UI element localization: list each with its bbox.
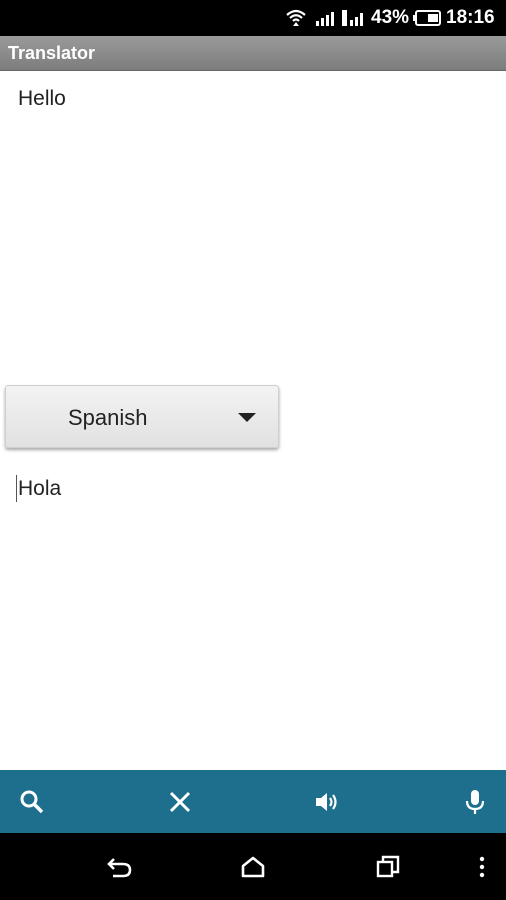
language-selector[interactable]: Spanish [5,385,279,448]
status-bar: 43% 18:16 [0,0,506,36]
dropdown-arrow-icon [238,413,256,422]
bottom-toolbar [0,770,506,833]
language-selector-label: Spanish [68,405,148,430]
clear-button[interactable] [150,770,210,833]
speak-button[interactable] [297,770,357,833]
voice-input-button[interactable] [445,770,505,833]
back-icon [107,857,132,877]
battery-icon [412,0,442,36]
translation-result-text: Hola [18,477,62,500]
source-text-input[interactable]: Hello [18,87,66,111]
microphone-icon [465,789,485,814]
home-icon [241,856,265,877]
signal-icon [314,0,338,36]
home-button[interactable] [223,833,283,900]
speaker-icon [316,792,337,811]
search-button[interactable] [2,770,62,833]
wifi-icon [285,0,307,36]
navigation-bar [0,833,506,900]
main-content: Hello Spanish Hola [0,71,506,770]
recents-icon [376,855,400,877]
search-icon [20,790,44,813]
recents-button[interactable] [358,833,418,900]
overflow-menu-button[interactable] [452,833,506,900]
signal-icon [341,0,367,36]
text-cursor [16,475,17,502]
back-button[interactable] [89,833,149,900]
action-bar: Translator [0,36,506,71]
app-title: Translator [8,43,96,63]
clock: 18:16 [446,7,495,28]
battery-percent: 43% [371,7,410,28]
clear-icon [169,791,191,812]
translation-result-field[interactable]: Hola [14,469,494,509]
overflow-menu-icon [479,856,485,877]
